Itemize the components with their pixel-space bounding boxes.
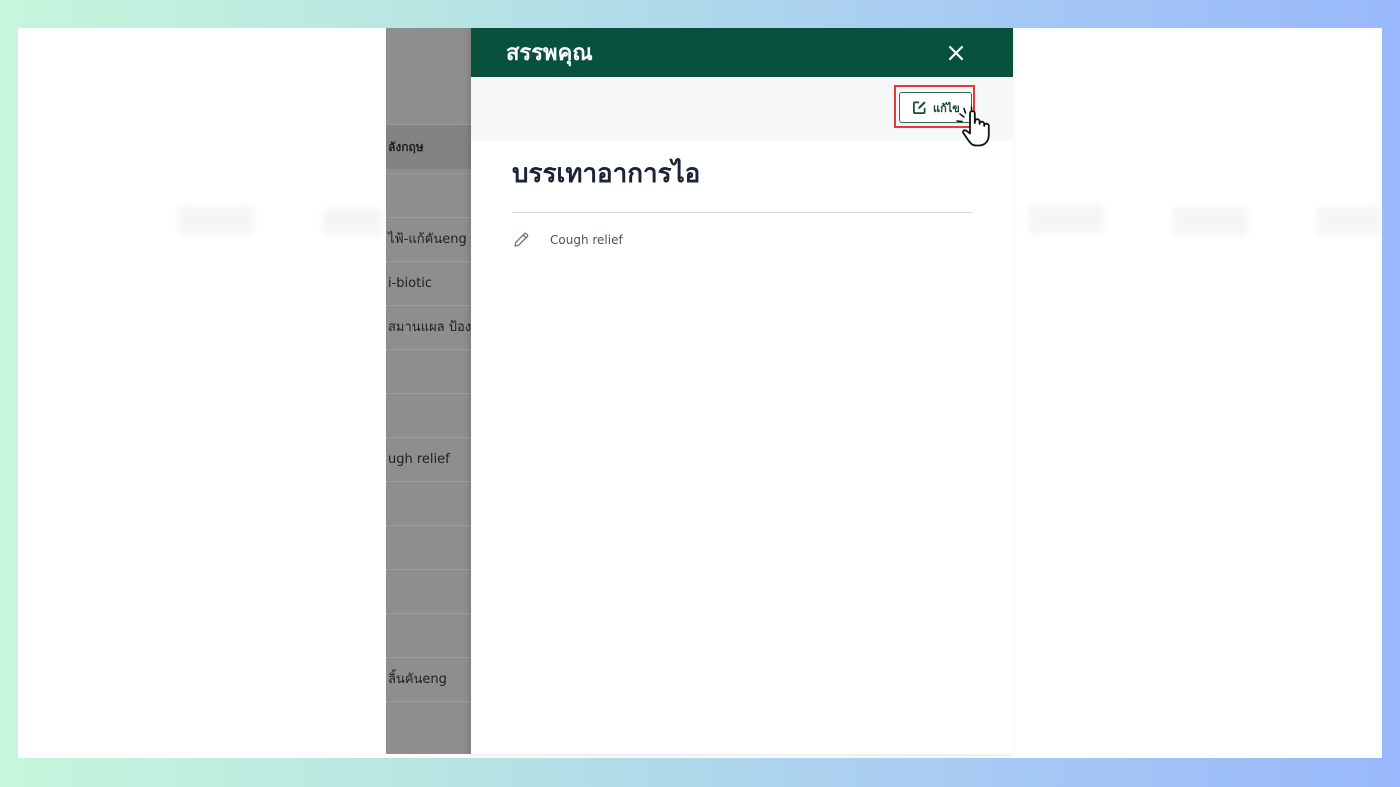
detail-text: Cough relief	[550, 233, 623, 247]
background-placeholder	[1316, 206, 1382, 236]
list-item	[386, 173, 471, 218]
list-header: ลังกฤษ	[386, 124, 471, 169]
pencil-icon	[514, 232, 529, 247]
list-item	[386, 701, 471, 746]
underlying-list: ลังกฤษ ไฟ้-แก้คันeng i-biotic สมานแผล ป้…	[386, 28, 471, 754]
close-icon	[948, 45, 964, 61]
list-item: สมานแผล ป้องกั	[386, 305, 471, 350]
list-item	[386, 525, 471, 570]
content-heading: บรรเทาอาการไอ	[512, 159, 701, 189]
list-item	[386, 481, 471, 526]
close-button[interactable]	[941, 38, 971, 68]
list-item: ไฟ้-แก้คันeng	[386, 217, 471, 262]
drawer-toolbar: แก้ไข	[471, 77, 1013, 147]
properties-drawer: สรรพคุณ แก้ไข บรรเทาอาการไอ Cough relief	[471, 28, 1013, 754]
list-item: ลิ้นคันeng	[386, 657, 471, 702]
background-placeholder	[1028, 204, 1104, 234]
list-item: i-biotic	[386, 261, 471, 306]
list-item: ugh relief	[386, 437, 471, 482]
detail-row: Cough relief	[512, 231, 623, 249]
list-item	[386, 349, 471, 394]
background-placeholder	[323, 208, 383, 236]
drawer-title: สรรพคุณ	[506, 41, 593, 66]
background-placeholder	[1172, 206, 1248, 236]
list-item	[386, 613, 471, 658]
screen-frame: ลังกฤษ ไฟ้-แก้คันeng i-biotic สมานแผล ป้…	[18, 28, 1382, 758]
edit-icon	[913, 101, 926, 114]
divider	[512, 212, 973, 213]
list-item	[386, 393, 471, 438]
background-placeholder	[178, 206, 254, 236]
list-item	[386, 569, 471, 614]
pointer-hand-icon	[956, 106, 990, 147]
drawer-header: สรรพคุณ	[471, 28, 1013, 77]
